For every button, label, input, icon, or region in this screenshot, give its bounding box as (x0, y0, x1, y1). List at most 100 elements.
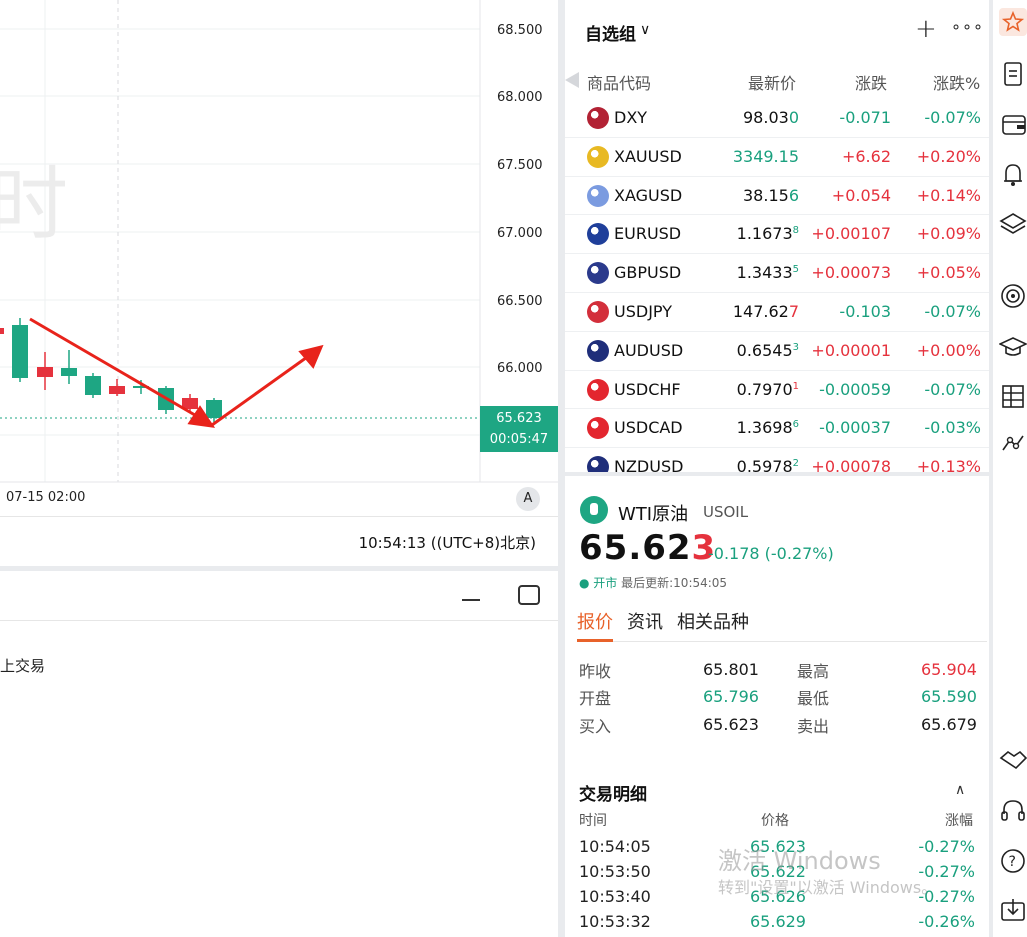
watchlist-row[interactable]: USDCHF 0.79701 -0.00059 -0.07% (565, 371, 989, 410)
uk-flag-icon (587, 262, 609, 285)
y-tick-label: 67.000 (497, 226, 543, 241)
price-change: -0.071 (839, 108, 891, 127)
percent-change: -0.07% (924, 302, 981, 321)
trade-time: 10:53:40 (579, 887, 651, 906)
us-flag-icon (587, 107, 609, 129)
wallet-icon[interactable] (999, 110, 1027, 138)
trade-change: -0.27% (918, 837, 975, 856)
y-tick-label: 68.000 (497, 90, 543, 105)
market-status: ● 开市 最后更新:10:54:05 (579, 574, 727, 591)
watchlist-row[interactable]: USDCAD 1.36986 -0.00037 -0.03% (565, 409, 989, 449)
auto-scale-button[interactable]: A (516, 487, 540, 511)
candlestick-chart[interactable]: 时 68.500 68.000 67.500 67.000 66.500 66.… (0, 0, 558, 516)
activation-watermark-title: 激活 Windows (718, 847, 881, 875)
price-change: -0.00059 (819, 379, 891, 399)
watchlist-group-title[interactable]: 自选组 (585, 20, 636, 45)
trade-time: 10:54:05 (579, 837, 651, 856)
collapse-triangle-icon[interactable] (565, 72, 579, 88)
detail-header-time: 时间 (579, 813, 607, 829)
latest-price: 38.156 (743, 186, 799, 205)
last-updated: 最后更新:10:54:05 (621, 576, 728, 590)
chevron-up-icon[interactable]: ∧ (955, 782, 965, 798)
chart-nodes-icon[interactable] (999, 430, 1027, 458)
handshake-icon[interactable] (999, 746, 1027, 774)
help-icon[interactable]: ? (999, 847, 1027, 875)
active-tab-indicator (577, 639, 613, 642)
watchlist-row[interactable]: GBPUSD 1.34335 +0.00073 +0.05% (565, 254, 989, 293)
price-change: -0.103 (839, 302, 891, 321)
gold-icon (587, 145, 609, 168)
add-icon[interactable]: + (915, 14, 937, 44)
percent-change: +0.20% (916, 146, 981, 166)
percent-change: +0.09% (916, 224, 981, 244)
tab-quote[interactable]: 报价 (577, 608, 613, 634)
quote-tabs: 报价 资讯 相关品种 (577, 606, 987, 642)
price-main: 147.62 (732, 302, 789, 321)
watchlist-row[interactable]: AUDUSD 0.65453 +0.00001 +0.00% (565, 332, 989, 371)
column-header-price[interactable]: 最新价 (748, 70, 796, 94)
y-tick-label: 68.500 (497, 23, 543, 38)
column-header-change[interactable]: 涨跌 (855, 70, 887, 94)
price-main: 65.62 (579, 528, 692, 568)
star-icon[interactable] (999, 8, 1027, 36)
percent-change: -0.07% (924, 379, 981, 399)
y-tick-label: 66.500 (497, 294, 543, 309)
symbol-code: GBPUSD (614, 263, 682, 283)
prev-close-value: 65.801 (703, 660, 759, 679)
price-last-digit: 0 (788, 108, 799, 127)
more-icon[interactable]: ∘∘∘ (951, 17, 984, 36)
chart-watermark: 时 (0, 158, 68, 251)
last-price-value: 65.623 (496, 411, 542, 426)
document-icon[interactable] (999, 60, 1027, 88)
watchlist-row[interactable]: NZDUSD 0.59782 +0.00078 +0.13% (565, 448, 989, 472)
watchlist-row[interactable]: DXY 98.030 -0.071 -0.07% (565, 99, 989, 138)
candle-green (206, 400, 222, 418)
graduation-cap-icon[interactable] (998, 332, 1027, 360)
percent-change: -0.03% (924, 418, 981, 438)
symbol-code: XAUUSD (614, 146, 682, 166)
tab-news[interactable]: 资讯 (627, 608, 663, 634)
target-icon[interactable] (999, 282, 1027, 310)
bid-label: 买入 (579, 717, 612, 736)
bell-icon[interactable] (999, 160, 1027, 188)
price-main: 0.7970 (736, 379, 793, 399)
price-fraction-digit: 6 (792, 419, 799, 431)
percent-change: +0.13% (916, 457, 981, 472)
watchlist-row[interactable]: USDJPY 147.627 -0.103 -0.07% (565, 293, 989, 332)
ch-flag-icon (587, 378, 609, 401)
detail-header-change: 涨幅 (945, 813, 973, 829)
column-header-symbol[interactable]: 商品代码 (587, 70, 651, 94)
candles (0, 318, 222, 422)
chart-panel[interactable]: 时 68.500 68.000 67.500 67.000 66.500 66.… (0, 0, 558, 566)
watchlist-row[interactable]: XAGUSD 38.156 +0.054 +0.14% (565, 177, 989, 216)
column-header-percent[interactable]: 涨跌% (933, 70, 980, 94)
watchlist-row[interactable]: EURUSD 1.16738 +0.00107 +0.09% (565, 215, 989, 255)
percent-change: -0.07% (924, 108, 981, 127)
chevron-down-icon[interactable]: ∨ (640, 22, 650, 38)
price-fraction-digit: 2 (792, 458, 799, 470)
latest-price: 1.16738 (737, 224, 799, 243)
minimize-button[interactable] (462, 599, 480, 601)
maximize-button[interactable] (518, 585, 540, 605)
tab-related[interactable]: 相关品种 (677, 608, 749, 634)
symbol-code: AUDUSD (614, 340, 684, 360)
trade-change: -0.26% (918, 912, 975, 931)
headset-icon[interactable] (999, 797, 1027, 825)
download-icon[interactable] (999, 897, 1027, 925)
eu-flag-icon (587, 223, 609, 246)
price-main: 0.5978 (736, 457, 793, 472)
trading-panel: 上交易 (0, 571, 558, 937)
watchlist-row[interactable]: XAUUSD 3349.15 +6.62 +0.20% (565, 138, 989, 177)
symbol-code: USDCAD (614, 418, 683, 438)
latest-price: 147.627 (733, 302, 799, 321)
price-change: +0.00073 (811, 263, 891, 283)
price-change: +0.00001 (811, 340, 891, 360)
price-main: 1.3698 (736, 418, 793, 438)
ask-value: 65.679 (921, 715, 977, 734)
price-main: 1.1673 (736, 224, 793, 244)
arrow-down-line (29, 317, 201, 420)
percent-change: +0.05% (916, 263, 981, 283)
clock-display[interactable]: 10:54:13 ((UTC+8)北京) (359, 532, 536, 553)
building-icon[interactable] (999, 382, 1027, 410)
layers-icon[interactable] (999, 210, 1027, 238)
